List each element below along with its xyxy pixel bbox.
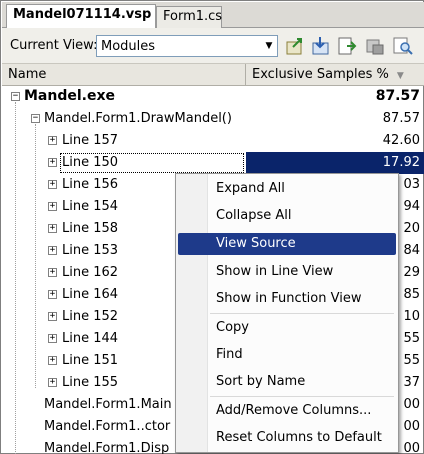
tab-mandel-vsp[interactable]: Mandel071114.vsp xyxy=(6,4,156,29)
menu-item-collapse-all[interactable]: Collapse All xyxy=(178,205,396,227)
import-icon[interactable] xyxy=(310,35,332,57)
menu-separator xyxy=(210,313,394,314)
column-header-exclusive-label: Exclusive Samples % xyxy=(252,67,389,82)
row-name: Line 144 xyxy=(62,331,119,346)
expand-icon[interactable]: + xyxy=(48,158,57,167)
row-name: Line 150 xyxy=(62,155,119,170)
search-icon[interactable] xyxy=(392,35,414,57)
menu-item-copy[interactable]: Copy xyxy=(178,317,396,339)
row-name: Mandel.Form1..ctor xyxy=(44,419,171,434)
row-name: Line 153 xyxy=(62,243,119,258)
row-value: 42.60 xyxy=(382,133,420,148)
column-header-exclusive-samples[interactable]: Exclusive Samples % ▼ xyxy=(246,64,424,86)
expand-icon[interactable]: + xyxy=(48,180,57,189)
row-value: 17.92 xyxy=(382,155,420,170)
expand-icon[interactable]: + xyxy=(48,246,57,255)
profiler-report-window: Form1.cs Mandel071114.vsp Current View: … xyxy=(0,0,424,454)
column-header-name-label: Name xyxy=(8,67,47,82)
row-name: Line 162 xyxy=(62,265,119,280)
row-value: 87.57 xyxy=(375,88,420,104)
table-row[interactable]: − Mandel.exe 87.57 xyxy=(2,86,424,108)
tab-form1-cs[interactable]: Form1.cs xyxy=(156,6,222,28)
expand-icon[interactable]: + xyxy=(48,224,57,233)
collapse-icon[interactable]: − xyxy=(11,92,20,101)
table-row-selected[interactable]: + Line 150 17.92 xyxy=(2,152,424,174)
row-name: Line 164 xyxy=(62,287,119,302)
row-name: Mandel.Form1.DrawMandel() xyxy=(44,111,232,126)
grid-header: Name Exclusive Samples % ▼ xyxy=(2,64,424,86)
row-name: Line 156 xyxy=(62,177,119,192)
expand-icon[interactable]: + xyxy=(48,202,57,211)
menu-item-reset-columns[interactable]: Reset Columns to Default xyxy=(178,427,396,449)
menu-item-expand-all[interactable]: Expand All xyxy=(178,178,396,200)
expand-icon[interactable]: + xyxy=(48,312,57,321)
current-view-label: Current View: xyxy=(10,38,98,53)
menu-item-show-in-line-view[interactable]: Show in Line View xyxy=(178,261,396,283)
row-name: Mandel.Form1.Disp xyxy=(44,441,170,454)
expand-icon[interactable]: + xyxy=(48,290,57,299)
row-name: Mandel.Form1.Main xyxy=(44,397,172,412)
filter-icon[interactable] xyxy=(364,35,386,57)
chevron-down-icon[interactable]: ▼ xyxy=(263,38,275,54)
expand-icon[interactable]: + xyxy=(48,378,57,387)
sort-descending-icon: ▼ xyxy=(396,71,404,81)
menu-item-find[interactable]: Find xyxy=(178,344,396,366)
row-name: Line 151 xyxy=(62,353,119,368)
current-view-dropdown[interactable]: Modules ▼ xyxy=(96,35,278,57)
expand-icon[interactable]: + xyxy=(48,334,57,343)
column-header-name[interactable]: Name xyxy=(2,64,246,86)
row-name: Line 158 xyxy=(62,221,119,236)
table-row[interactable]: + Line 157 42.60 xyxy=(2,130,424,152)
menu-item-add-remove-columns[interactable]: Add/Remove Columns... xyxy=(178,400,396,422)
row-value: 87.57 xyxy=(382,111,420,126)
collapse-icon[interactable]: − xyxy=(31,114,40,123)
menu-separator xyxy=(210,396,394,397)
row-name: Line 152 xyxy=(62,309,119,324)
report-icon[interactable] xyxy=(336,35,358,57)
document-tab-strip: Form1.cs Mandel071114.vsp xyxy=(2,2,424,29)
report-toolbar: Current View: Modules ▼ xyxy=(2,28,424,64)
current-view-value: Modules xyxy=(101,39,156,54)
export-icon[interactable] xyxy=(284,35,306,57)
context-menu: Expand All Collapse All View Source Show… xyxy=(175,173,399,453)
menu-item-sort-by-name[interactable]: Sort by Name xyxy=(178,371,396,393)
row-name: Line 157 xyxy=(62,133,119,148)
menu-item-show-in-function-view[interactable]: Show in Function View xyxy=(178,288,396,310)
expand-icon[interactable]: + xyxy=(48,136,57,145)
row-name: Mandel.exe xyxy=(24,88,115,104)
row-name: Line 154 xyxy=(62,199,119,214)
table-row[interactable]: − Mandel.Form1.DrawMandel() 87.57 xyxy=(2,108,424,130)
expand-icon[interactable]: + xyxy=(48,268,57,277)
expand-icon[interactable]: + xyxy=(48,356,57,365)
row-name: Line 155 xyxy=(62,375,119,390)
menu-item-view-source[interactable]: View Source xyxy=(178,233,396,255)
